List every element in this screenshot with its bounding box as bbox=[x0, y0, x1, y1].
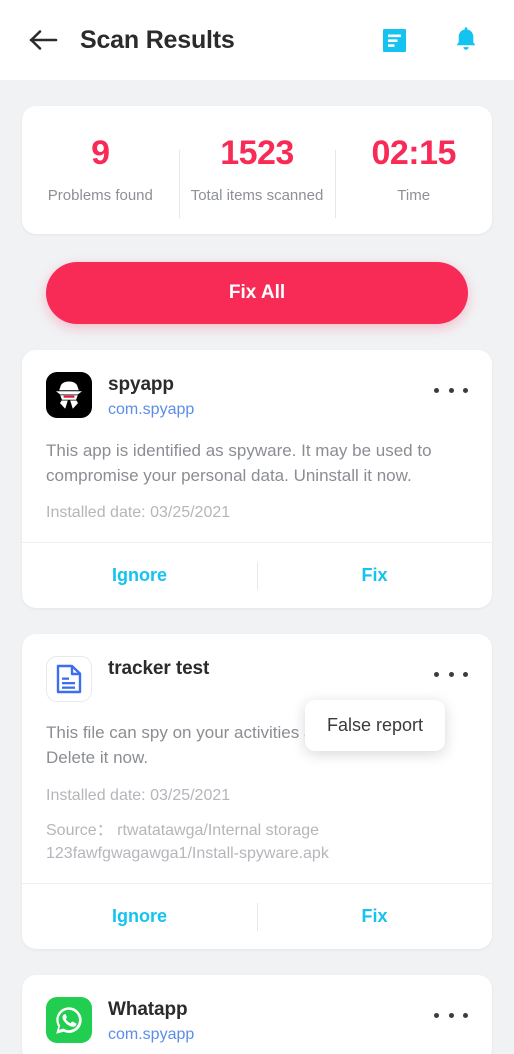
threat-actions: Ignore Fix bbox=[22, 542, 492, 608]
scan-stats-card: 9 Problems found 1523 Total items scanne… bbox=[22, 106, 492, 234]
dot bbox=[448, 671, 454, 677]
fix-all-container: Fix All bbox=[0, 262, 514, 324]
whatsapp-icon bbox=[46, 997, 92, 1044]
ignore-button[interactable]: Ignore bbox=[22, 884, 257, 949]
scan-results-screen: Scan Results 9 Problems found 1523 Total… bbox=[0, 0, 514, 1054]
threat-identity: tracker test bbox=[108, 656, 434, 681]
app-package: com.spyapp bbox=[108, 1025, 195, 1043]
installed-date: Installed date: 03/25/2021 bbox=[46, 786, 231, 804]
stat-label: Time bbox=[397, 187, 431, 204]
ignore-button[interactable]: Ignore bbox=[22, 543, 257, 608]
fix-button[interactable]: Fix bbox=[257, 884, 492, 949]
more-options-button[interactable] bbox=[434, 378, 468, 402]
app-name: tracker test bbox=[108, 658, 210, 680]
dot bbox=[463, 1012, 468, 1018]
installed-date: Installed date: 03/25/2021 bbox=[46, 504, 231, 522]
arrow-left-icon bbox=[29, 30, 58, 50]
threat-body: tracker test This file can spy on your a… bbox=[22, 634, 492, 883]
dot bbox=[434, 387, 439, 393]
threat-body: spyapp com.spyapp This app is identified… bbox=[22, 350, 492, 542]
app-name: Whatapp bbox=[108, 999, 188, 1021]
app-name: spyapp bbox=[108, 374, 174, 395]
false-report-popup[interactable]: False report bbox=[305, 700, 446, 751]
threat-card-spyapp: spyapp com.spyapp This app is identified… bbox=[22, 350, 492, 609]
threat-header: spyapp com.spyapp bbox=[46, 372, 468, 420]
document-icon bbox=[46, 656, 92, 703]
dot bbox=[434, 1012, 439, 1018]
spy-mask-icon bbox=[46, 372, 92, 418]
stat-value: 02:15 bbox=[371, 134, 456, 172]
bell-icon bbox=[456, 27, 476, 50]
threat-card-whatapp: Whatapp com.spyapp bbox=[22, 975, 492, 1054]
more-options-button[interactable] bbox=[434, 1003, 468, 1027]
threat-description: This app is identified as spyware. It ma… bbox=[46, 440, 432, 485]
threat-identity: spyapp com.spyapp bbox=[108, 372, 434, 420]
threat-actions: Ignore Fix bbox=[22, 883, 492, 949]
stat-value: 1523 bbox=[220, 134, 294, 172]
back-button[interactable] bbox=[24, 20, 64, 60]
app-bar: Scan Results bbox=[0, 0, 514, 80]
dot bbox=[434, 671, 439, 677]
stat-label: Problems found bbox=[47, 187, 153, 204]
report-button[interactable] bbox=[372, 18, 416, 62]
stat-total-items-scanned: 1523 Total items scanned bbox=[178, 134, 336, 218]
stat-value: 9 bbox=[91, 134, 110, 172]
page-title: Scan Results bbox=[80, 25, 235, 54]
dot bbox=[463, 671, 468, 677]
threat-header: Whatapp com.spyapp bbox=[46, 997, 468, 1045]
source-path: Source： rtwatatawga/Internal storage 123… bbox=[46, 821, 329, 862]
dot bbox=[448, 387, 454, 393]
dot bbox=[448, 1012, 454, 1018]
threat-card-tracker-test: tracker test This file can spy on your a… bbox=[22, 634, 492, 950]
stat-problems-found: 9 Problems found bbox=[22, 136, 179, 204]
app-package: com.spyapp bbox=[108, 400, 195, 418]
more-options-button[interactable] bbox=[434, 662, 468, 686]
report-list-icon bbox=[382, 28, 406, 52]
stat-time: 02:15 Time bbox=[335, 134, 492, 218]
threat-body: Whatapp com.spyapp bbox=[22, 975, 492, 1054]
fix-button[interactable]: Fix bbox=[257, 543, 492, 608]
dot bbox=[463, 387, 468, 393]
threat-header: tracker test bbox=[46, 656, 468, 703]
notifications-button[interactable] bbox=[444, 18, 488, 62]
fix-all-button[interactable]: Fix All bbox=[46, 262, 468, 324]
threat-identity: Whatapp com.spyapp bbox=[108, 997, 434, 1045]
stat-label: Total items scanned bbox=[190, 187, 324, 204]
